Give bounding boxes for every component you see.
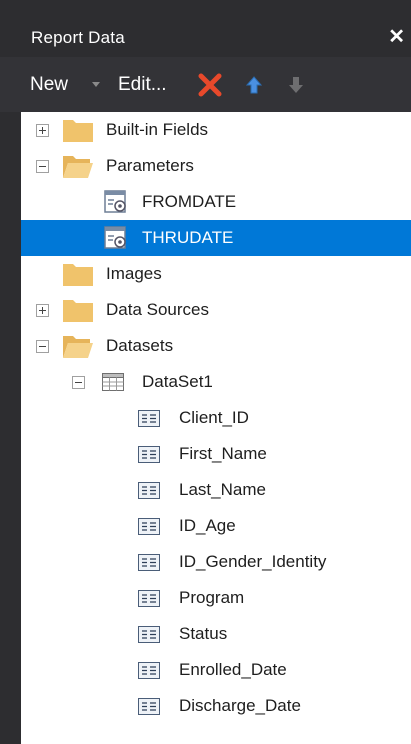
folder-icon: [63, 300, 93, 322]
panel-title: Report Data: [31, 28, 125, 47]
delete-icon[interactable]: [197, 72, 223, 98]
tree-item-dataset1[interactable]: DataSet1: [21, 364, 411, 400]
tree-item-label: Program: [179, 588, 245, 607]
field-icon: [138, 410, 160, 427]
folder-icon: [63, 120, 93, 142]
tree-item-label: First_Name: [179, 444, 267, 463]
new-dropdown-chevron-down-icon[interactable]: [92, 82, 100, 87]
collapse-icon[interactable]: [36, 340, 49, 353]
tree-item-label: Client_ID: [179, 408, 249, 427]
tree-item-param-fromdate[interactable]: FROMDATE: [21, 184, 411, 220]
tree-item-label: Discharge_Date: [179, 696, 301, 715]
folder-open-icon: [63, 336, 93, 358]
expand-icon[interactable]: [36, 124, 49, 137]
tree-item-builtin-fields[interactable]: Built-in Fields: [21, 112, 411, 148]
report-data-tree: Built-in Fields Parameters FROMDATE THRU…: [21, 112, 411, 744]
tree-item-field[interactable]: Program: [21, 580, 411, 616]
tree-item-datasets[interactable]: Datasets: [21, 328, 411, 364]
tree-item-field[interactable]: First_Name: [21, 436, 411, 472]
field-icon: [138, 626, 160, 643]
tree-item-label: ID_Gender_Identity: [179, 552, 327, 571]
folder-open-icon: [63, 156, 93, 178]
tree-item-label: FROMDATE: [142, 192, 237, 211]
collapse-icon[interactable]: [36, 160, 49, 173]
expand-icon[interactable]: [36, 304, 49, 317]
tree-item-label: DataSet1: [142, 372, 213, 391]
tree-item-field[interactable]: Client_ID: [21, 400, 411, 436]
field-icon: [138, 446, 160, 463]
edit-button[interactable]: Edit...: [118, 74, 167, 96]
tree-item-label: Last_Name: [179, 480, 266, 499]
report-data-panel: Report Data ✕ New Edit... Built-in Field…: [0, 0, 411, 744]
new-button[interactable]: New: [30, 74, 68, 96]
tree-item-label: Enrolled_Date: [179, 660, 287, 679]
tree-item-data-sources[interactable]: Data Sources: [21, 292, 411, 328]
field-icon: [138, 590, 160, 607]
collapse-icon[interactable]: [72, 376, 85, 389]
tree-item-field[interactable]: Enrolled_Date: [21, 652, 411, 688]
tree-item-label: Datasets: [106, 336, 174, 355]
tree-item-label: Images: [106, 264, 162, 283]
tree-item-label: THRUDATE: [142, 228, 234, 247]
field-icon: [138, 662, 160, 679]
tree-item-images[interactable]: Images: [21, 256, 411, 292]
tree-item-label: ID_Age: [179, 516, 236, 535]
tree-item-field[interactable]: Status: [21, 616, 411, 652]
tree-item-field[interactable]: Discharge_Date: [21, 688, 411, 724]
tree-item-label: Status: [179, 624, 228, 643]
field-icon: [138, 482, 160, 499]
dataset-table-icon: [102, 373, 124, 391]
tree-item-label: Parameters: [106, 156, 194, 175]
tree-item-field[interactable]: ID_Age: [21, 508, 411, 544]
field-icon: [138, 518, 160, 535]
move-up-icon[interactable]: [246, 75, 262, 95]
panel-titlebar: Report Data ✕: [0, 0, 411, 57]
tree-item-label: Built-in Fields: [106, 120, 209, 139]
tree-item-field[interactable]: Last_Name: [21, 472, 411, 508]
tree-item-parameters[interactable]: Parameters: [21, 148, 411, 184]
tree-item-label: Data Sources: [106, 300, 209, 319]
parameter-icon: [104, 190, 126, 213]
move-down-icon[interactable]: [288, 75, 304, 95]
close-icon[interactable]: ✕: [388, 24, 405, 49]
field-icon: [138, 698, 160, 715]
tree-item-param-thrudate[interactable]: THRUDATE: [21, 220, 411, 256]
field-icon: [138, 554, 160, 571]
tree-item-field[interactable]: ID_Gender_Identity: [21, 544, 411, 580]
parameter-icon: [104, 226, 126, 249]
folder-icon: [63, 264, 93, 286]
